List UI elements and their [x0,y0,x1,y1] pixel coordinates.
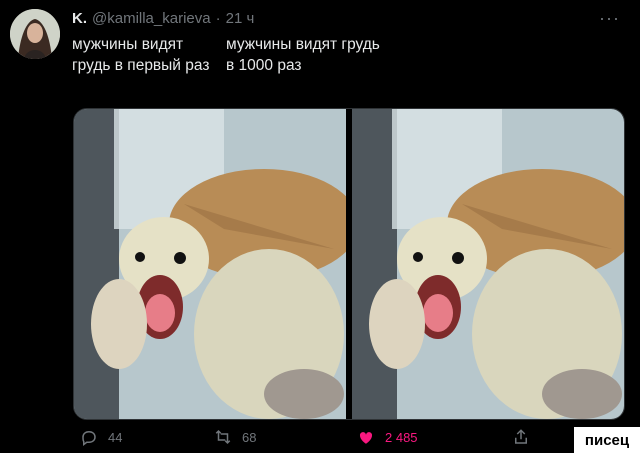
tweet-media[interactable] [73,108,625,420]
retweet-icon [215,429,231,445]
action-bar: 44 68 2 485 [72,428,602,448]
share-icon [515,429,527,444]
retweet-count: 68 [242,429,257,445]
more-options-icon[interactable]: ··· [599,8,620,29]
watermark: писец [574,427,640,453]
turtle-image-left [74,109,359,419]
share-button[interactable] [512,428,530,446]
display-name[interactable]: K. [72,10,87,27]
tweet-text-left: мужчины видят грудь в первый раз [72,36,210,74]
reply-icon [82,430,96,446]
avatar[interactable] [10,9,60,59]
reply-button[interactable]: 44 [80,428,122,446]
user-handle[interactable]: @kamilla_karieva [92,10,211,27]
tweet-text-right: мужчины видят грудь в 1000 раз [226,36,380,74]
like-button[interactable]: 2 485 [357,428,418,446]
timestamp[interactable]: 21 ч [226,10,255,27]
reply-count: 44 [108,429,123,445]
turtle-image-right [352,109,624,419]
image-panel-left[interactable] [74,109,359,419]
retweet-button[interactable]: 68 [214,428,256,446]
image-panel-right[interactable] [352,109,624,419]
like-count: 2 485 [385,429,418,445]
avatar-photo [10,9,60,59]
tweet-header: K. @kamilla_karieva · 21 ч [72,8,254,28]
heart-icon [359,432,373,444]
separator-dot: · [215,9,221,27]
